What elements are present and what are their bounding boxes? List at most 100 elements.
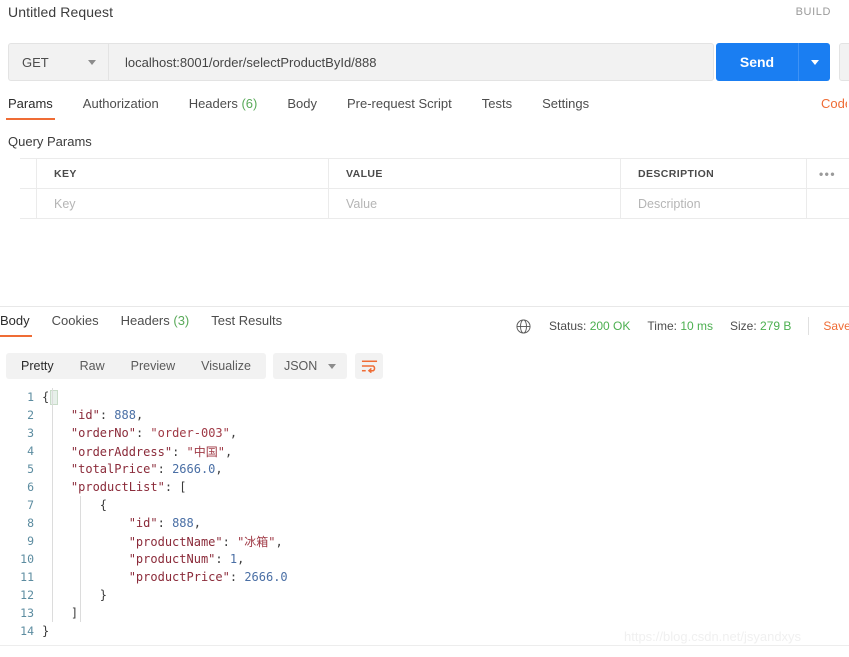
size-badge: Size: 279 B: [730, 319, 791, 333]
indent-guide: [80, 496, 81, 622]
tab-body[interactable]: Body: [287, 96, 317, 120]
build-label[interactable]: BUILD: [796, 6, 831, 18]
json-line-number: 5: [27, 462, 34, 476]
json-line-content: {: [42, 390, 49, 404]
json-token-k: "productName": [128, 534, 223, 549]
tab-params-label: Params: [8, 96, 53, 111]
http-method-select[interactable]: GET: [8, 43, 109, 81]
row-checkbox[interactable]: [20, 189, 37, 218]
column-header-description: DESCRIPTION: [621, 159, 807, 188]
json-token-n: 2666.0: [244, 570, 288, 584]
json-token-p: :: [157, 516, 173, 530]
url-input[interactable]: localhost:8001/order/selectProductById/8…: [109, 43, 714, 81]
view-mode-raw[interactable]: Raw: [67, 355, 118, 377]
tab-params[interactable]: Params: [6, 96, 55, 120]
json-token-p: :: [172, 444, 187, 459]
save-response-link[interactable]: Save Re: [823, 319, 849, 333]
url-bar: GET localhost:8001/order/selectProductBy…: [8, 43, 849, 81]
json-line: 7 {: [0, 496, 849, 514]
response-body-toolbar: Pretty Raw Preview Visualize JSON: [6, 353, 384, 379]
table-row[interactable]: Key Value Description: [20, 189, 849, 219]
globe-icon[interactable]: [516, 318, 531, 334]
json-token-k: "totalPrice": [70, 462, 158, 476]
json-line-content: "id": 888,: [42, 516, 201, 530]
word-wrap-button[interactable]: [355, 353, 384, 379]
json-line-content: }: [42, 624, 49, 638]
tab-headers-label: Headers: [188, 96, 238, 111]
json-line: 9 "productName": "冰箱",: [0, 532, 849, 550]
json-line-content: "productPrice": 2666.0: [42, 570, 288, 584]
response-format-label: JSON: [283, 359, 318, 373]
response-tabs: Body Cookies Headers (3) Test Results: [0, 313, 520, 339]
json-line-content: "productList": [: [42, 480, 187, 494]
json-line: 4 "orderAddress": "中国",: [0, 442, 849, 460]
json-token-p: ,: [224, 444, 233, 459]
json-line-number: 12: [20, 588, 34, 602]
json-token-k: "id": [128, 516, 158, 530]
json-line-content: "productName": "冰箱",: [42, 533, 283, 550]
response-tab-body[interactable]: Body: [0, 313, 32, 337]
json-line-content: "productNum": 1,: [42, 552, 245, 566]
tab-headers-count: (6): [241, 96, 258, 111]
json-token-k: "productNum": [128, 552, 216, 566]
json-line: 6 "productList": [: [0, 478, 849, 496]
word-wrap-icon: [361, 360, 377, 373]
tab-settings[interactable]: Settings: [542, 96, 589, 120]
tab-tests[interactable]: Tests: [482, 96, 512, 120]
json-line: 1{: [0, 388, 849, 406]
json-line: 11 "productPrice": 2666.0: [0, 568, 849, 586]
time-badge: Time: 10 ms: [647, 319, 713, 333]
json-token-p: ]: [70, 606, 79, 620]
send-options-button[interactable]: [798, 43, 830, 81]
send-button[interactable]: Send: [716, 43, 798, 81]
query-params-label: Query Params: [8, 134, 92, 149]
column-header-key: KEY: [37, 159, 329, 188]
code-link[interactable]: Code: [821, 96, 847, 111]
json-token-p: }: [99, 588, 108, 602]
tab-authorization[interactable]: Authorization: [83, 96, 159, 120]
json-token-p: ,: [135, 408, 144, 422]
tab-pre-request-script[interactable]: Pre-request Script: [347, 96, 452, 120]
json-token-p: : [: [164, 480, 187, 494]
http-method-label: GET: [22, 54, 49, 70]
json-line: 5 "totalPrice": 2666.0,: [0, 460, 849, 478]
size-label: Size:: [730, 319, 757, 333]
json-token-p: {: [42, 390, 50, 404]
view-mode-visualize[interactable]: Visualize: [188, 355, 264, 377]
save-button[interactable]: Save: [839, 43, 849, 81]
tab-authorization-label: Authorization: [82, 96, 159, 111]
json-line-number: 10: [20, 552, 34, 566]
url-input-value: localhost:8001/order/selectProductById/8…: [125, 54, 377, 70]
response-tab-cookies[interactable]: Cookies: [52, 313, 99, 337]
json-token-k: "productPrice": [128, 570, 230, 584]
param-key-input[interactable]: Key: [37, 189, 329, 218]
response-body-json[interactable]: 1{2 "id": 888, 3 "orderNo": "order-003", 4…: [0, 388, 849, 643]
table-options-cell: •••: [807, 159, 848, 188]
response-format-select[interactable]: JSON: [272, 353, 348, 379]
json-line-number: 1: [27, 390, 34, 404]
param-value-input[interactable]: Value: [329, 189, 621, 218]
json-token-p: :: [99, 408, 115, 422]
view-mode-pretty[interactable]: Pretty: [8, 355, 67, 377]
response-tab-headers[interactable]: Headers (3): [121, 313, 190, 337]
json-line-number: 4: [27, 444, 34, 458]
query-params-table: KEY VALUE DESCRIPTION ••• Key Value Desc…: [20, 158, 849, 219]
json-line-content: "orderNo": "order-003",: [42, 426, 237, 440]
json-line-content: "id": 888,: [42, 408, 143, 422]
response-tab-headers-count: (3): [173, 313, 190, 328]
json-token-p: :: [215, 552, 230, 566]
row-options-cell: [807, 189, 848, 218]
param-description-input[interactable]: Description: [621, 189, 807, 218]
json-line-number: 6: [27, 480, 34, 494]
tab-settings-label: Settings: [542, 96, 590, 111]
pane-divider[interactable]: [0, 306, 849, 307]
tab-headers[interactable]: Headers (6): [189, 96, 258, 120]
footer-divider: [0, 645, 849, 646]
status-label: Status:: [549, 319, 587, 333]
view-mode-preview[interactable]: Preview: [118, 355, 188, 377]
response-meta: Status: 200 OK Time: 10 ms Size: 279 B S…: [516, 316, 849, 336]
page-title: Untitled Request: [8, 4, 114, 20]
ellipsis-icon[interactable]: •••: [819, 167, 836, 181]
chevron-down-icon: [328, 363, 337, 369]
response-tab-test-results[interactable]: Test Results: [211, 313, 282, 337]
